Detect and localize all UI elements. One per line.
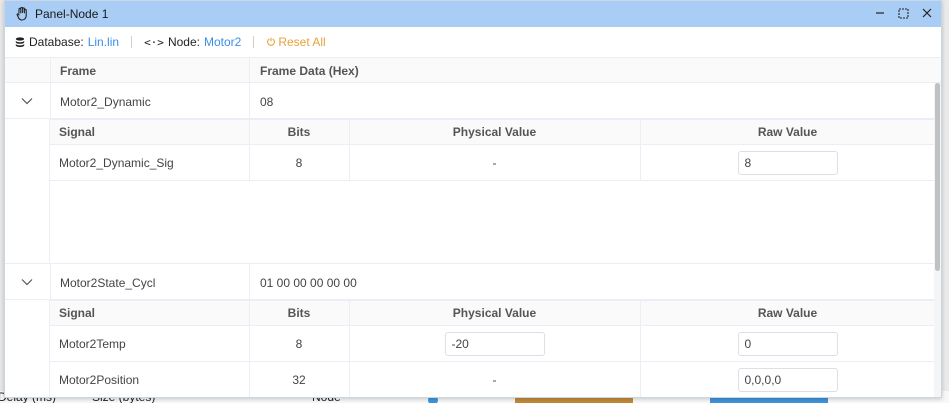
- header-frame-data: Frame Data (Hex): [260, 64, 359, 78]
- signal-name: Motor2Temp: [59, 336, 126, 351]
- chevron-down-icon[interactable]: [19, 94, 35, 108]
- header-physical: Physical Value: [452, 306, 537, 320]
- frame-name: Motor2_Dynamic: [60, 95, 151, 109]
- raw-value-input[interactable]: 8: [737, 150, 838, 175]
- scrollbar-thumb[interactable]: [935, 83, 940, 271]
- column-divider: [50, 58, 51, 83]
- header-frame: Frame: [60, 64, 97, 78]
- column-divider: [249, 264, 250, 300]
- column-divider: [50, 83, 51, 119]
- table-header: Frame Frame Data (Hex): [5, 57, 941, 83]
- raw-value-input[interactable]: 0: [737, 331, 838, 356]
- window-title: Panel-Node 1: [35, 7, 109, 21]
- expand-gutter: [5, 300, 50, 397]
- header-raw: Raw Value: [757, 306, 818, 320]
- raw-cell: 0: [640, 326, 935, 361]
- refresh-icon: [266, 37, 276, 47]
- toolbar-divider: [253, 36, 255, 48]
- frames-table: Frame Frame Data (Hex) Motor2_Dynamic 08…: [5, 57, 941, 397]
- column-divider: [249, 58, 250, 83]
- signal-bits: 8: [295, 336, 303, 351]
- toolbar: Database: Lin.lin <·> Node: Motor2 Reset…: [5, 27, 941, 57]
- raw-cell: 8: [640, 145, 935, 180]
- column-divider: [50, 264, 51, 300]
- database-info: Database: Lin.lin: [5, 35, 119, 49]
- node-info: <·> Node: Motor2: [144, 35, 241, 49]
- signals-header: Signal Bits Physical Value Raw Value: [50, 119, 935, 145]
- physical-value-input[interactable]: -20: [444, 331, 545, 356]
- header-signal: Signal: [59, 306, 96, 320]
- maximize-icon[interactable]: [894, 5, 912, 21]
- toolbar-divider: [131, 36, 133, 48]
- reset-all-label: Reset All: [278, 35, 326, 49]
- minimize-icon[interactable]: [871, 5, 889, 21]
- frame-expanded: Signal Bits Physical Value Raw Value Mot…: [5, 119, 935, 264]
- chevron-down-icon[interactable]: [19, 275, 35, 289]
- header-bits: Bits: [287, 125, 311, 139]
- header-raw: Raw Value: [757, 125, 818, 139]
- signals-table: Signal Bits Physical Value Raw Value Mot…: [50, 300, 935, 397]
- physical-value: -: [492, 372, 497, 387]
- close-icon[interactable]: [918, 5, 936, 21]
- code-icon: <·>: [144, 35, 164, 49]
- physical-value: -: [492, 155, 497, 170]
- signal-row: Motor2Temp 8 -20 0: [50, 326, 935, 362]
- reset-all-button[interactable]: Reset All: [266, 35, 326, 49]
- header-physical: Physical Value: [452, 125, 537, 139]
- frame-expanded: Signal Bits Physical Value Raw Value Mot…: [5, 300, 935, 397]
- physical-cell: -20: [349, 326, 640, 361]
- frame-data: 08: [260, 95, 274, 109]
- frame-name: Motor2State_Cycl: [60, 276, 156, 290]
- raw-value-input[interactable]: 0,0,0,0: [737, 367, 838, 392]
- database-link[interactable]: Lin.lin: [88, 35, 119, 49]
- signal-bits: 32: [292, 372, 306, 387]
- signal-bits: 8: [295, 155, 303, 170]
- database-icon: [15, 36, 25, 48]
- raw-cell: 0,0,0,0: [640, 362, 935, 397]
- frame-data: 01 00 00 00 00 00: [260, 276, 357, 290]
- signal-name: Motor2_Dynamic_Sig: [59, 155, 174, 170]
- node-label: Node:: [167, 35, 200, 49]
- header-signal: Signal: [59, 125, 96, 139]
- panel-window: Panel-Node 1 Database: Lin.lin <·> Node:…: [4, 0, 942, 398]
- titlebar[interactable]: Panel-Node 1: [5, 1, 941, 27]
- database-label: Database:: [29, 35, 84, 49]
- signal-row: Motor2Position 32 - 0,0,0,0: [50, 362, 935, 397]
- background-edge-right: [941, 0, 949, 403]
- node-link[interactable]: Motor2: [204, 35, 241, 49]
- column-divider: [249, 83, 250, 119]
- signals-header: Signal Bits Physical Value Raw Value: [50, 300, 935, 326]
- header-bits: Bits: [287, 306, 311, 320]
- signal-row: Motor2_Dynamic_Sig 8 - 8: [50, 145, 935, 181]
- signals-table: Signal Bits Physical Value Raw Value Mot…: [50, 119, 935, 264]
- frame-row[interactable]: Motor2_Dynamic 08: [5, 83, 935, 119]
- hand-icon: [15, 7, 29, 21]
- expand-gutter: [5, 119, 50, 263]
- frame-row[interactable]: Motor2State_Cycl 01 00 00 00 00 00: [5, 264, 935, 300]
- vertical-scrollbar[interactable]: [934, 83, 941, 397]
- signal-name: Motor2Position: [59, 372, 140, 387]
